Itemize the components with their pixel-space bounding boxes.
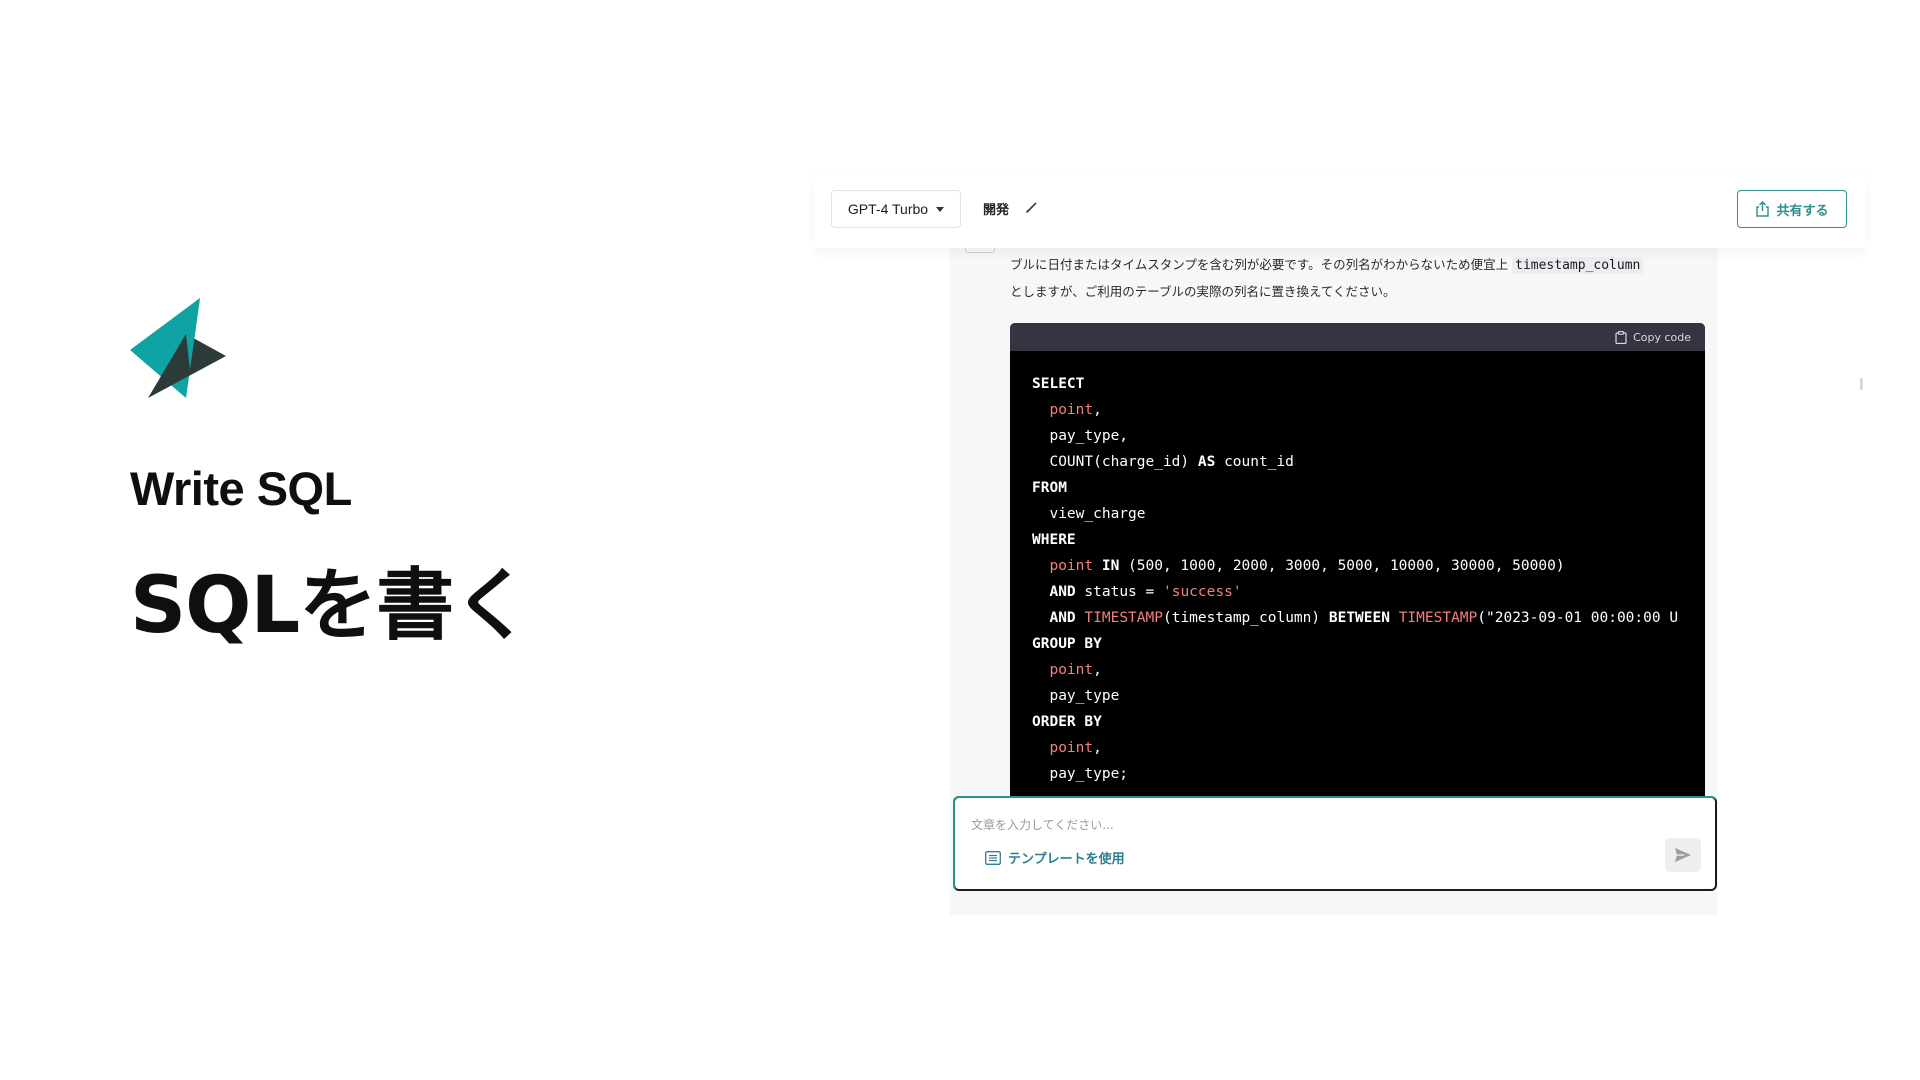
code-line: FROM	[1032, 475, 1683, 501]
code-token: count_id	[1215, 454, 1294, 470]
code-line: SELECT	[1032, 371, 1683, 397]
code-token: pay_type;	[1032, 766, 1129, 782]
sql-keyword: WHERE	[1032, 532, 1076, 548]
template-icon	[985, 850, 1001, 865]
share-icon	[1756, 201, 1770, 217]
code-line: ORDER BY	[1032, 709, 1683, 735]
share-label: 共有する	[1776, 203, 1829, 219]
sql-keyword: ORDER BY	[1032, 714, 1102, 730]
sql-function: point	[1049, 662, 1094, 678]
code-token: (500, 1000, 2000, 3000, 5000, 10000, 300…	[1119, 558, 1565, 574]
code-token: ,	[1093, 740, 1102, 756]
use-template-label: テンプレートを使用	[1008, 852, 1125, 867]
app-header: GPT-4 Turbo 開発 共有する	[815, 170, 1865, 248]
logo-icon	[130, 298, 226, 398]
code-line: point,	[1032, 735, 1683, 761]
message-text: ブルに日付またはタイムスタンプを含む列が必要です。その列名がわからないため便宜上	[1010, 257, 1509, 272]
message-composer[interactable]: 文章を入力してください... テンプレートを使用	[953, 796, 1717, 891]
sql-function: point	[1049, 558, 1094, 574]
code-token: pay_type,	[1032, 428, 1129, 444]
code-line: point,	[1032, 397, 1683, 423]
code-token: ,	[1093, 662, 1102, 678]
sql-function: TIMESTAMP	[1084, 610, 1163, 626]
avatar	[965, 248, 995, 253]
code-lines: SELECT point, pay_type, COUNT(charge_id)…	[1010, 351, 1705, 787]
code-line: pay_type;	[1032, 761, 1683, 787]
send-button[interactable]	[1665, 838, 1701, 872]
code-line: point IN (500, 1000, 2000, 3000, 5000, 1…	[1032, 553, 1683, 579]
code-line: AND TIMESTAMP(timestamp_column) BETWEEN …	[1032, 605, 1683, 631]
hero-title-ja: SQLを書く	[130, 561, 531, 651]
code-line: AND status = 'success'	[1032, 579, 1683, 605]
code-line: pay_type,	[1032, 423, 1683, 449]
code-line: COUNT(charge_id) AS count_id	[1032, 449, 1683, 475]
sql-keyword: SELECT	[1032, 376, 1085, 392]
vertical-scrollbar[interactable]	[1860, 378, 1863, 390]
hero-title-en: Write SQL	[130, 462, 352, 515]
code-token: (timestamp_column)	[1162, 610, 1329, 626]
copy-code-button[interactable]: Copy code	[1633, 331, 1691, 344]
code-line: point,	[1032, 657, 1683, 683]
code-block-header: Copy code	[1010, 323, 1705, 351]
inline-code: timestamp_column	[1512, 257, 1644, 274]
model-dropdown[interactable]: GPT-4 Turbo	[831, 190, 961, 228]
clipboard-icon[interactable]	[1615, 330, 1627, 344]
code-token: status =	[1075, 584, 1163, 600]
sql-keyword: FROM	[1032, 480, 1067, 496]
sql-function: 'success'	[1162, 584, 1242, 600]
code-line: pay_type	[1032, 683, 1683, 709]
sql-keyword: GROUP BY	[1032, 636, 1102, 652]
code-token: view_charge	[1032, 506, 1146, 522]
pencil-icon[interactable]	[1025, 200, 1039, 214]
sql-keyword: AND	[1049, 584, 1076, 600]
code-token: ,	[1093, 402, 1102, 418]
share-button[interactable]: 共有する	[1737, 190, 1847, 228]
code-token: COUNT(charge_id)	[1032, 454, 1198, 470]
code-line: GROUP BY	[1032, 631, 1683, 657]
model-label: GPT-4 Turbo	[847, 201, 929, 217]
message-input[interactable]: 文章を入力してください...	[971, 816, 1114, 833]
message-text: としますが、ご利用のテーブルの実際の列名に置き換えてください。	[1010, 284, 1396, 299]
sql-function: point	[1049, 740, 1094, 756]
sql-function: point	[1049, 402, 1094, 418]
sql-keyword: IN	[1101, 558, 1120, 574]
sql-function: TIMESTAMP	[1398, 610, 1478, 626]
chat-title: 開発	[983, 203, 1010, 218]
assistant-message: ブルに日付またはタイムスタンプを含む列が必要です。その列名がわからないため便宜上…	[1010, 252, 1710, 305]
code-line: view_charge	[1032, 501, 1683, 527]
code-block: Copy code SELECT point, pay_type, COUNT(…	[1010, 323, 1705, 843]
chat-panel: ブルに日付またはタイムスタンプを含む列が必要です。その列名がわからないため便宜上…	[815, 170, 1865, 915]
sql-keyword: AND	[1049, 610, 1076, 626]
chevron-down-icon	[936, 206, 945, 212]
code-line: WHERE	[1032, 527, 1683, 553]
code-token: pay_type	[1032, 688, 1120, 704]
send-icon	[1675, 848, 1691, 862]
code-token: ("2023-09-01 00:00:00 U	[1477, 610, 1679, 626]
use-template-button[interactable]: テンプレートを使用	[985, 848, 1125, 867]
sql-keyword: AS	[1197, 454, 1216, 470]
chat-app: ブルに日付またはタイムスタンプを含む列が必要です。その列名がわからないため便宜上…	[815, 170, 1865, 915]
sql-keyword: BETWEEN	[1328, 610, 1390, 626]
